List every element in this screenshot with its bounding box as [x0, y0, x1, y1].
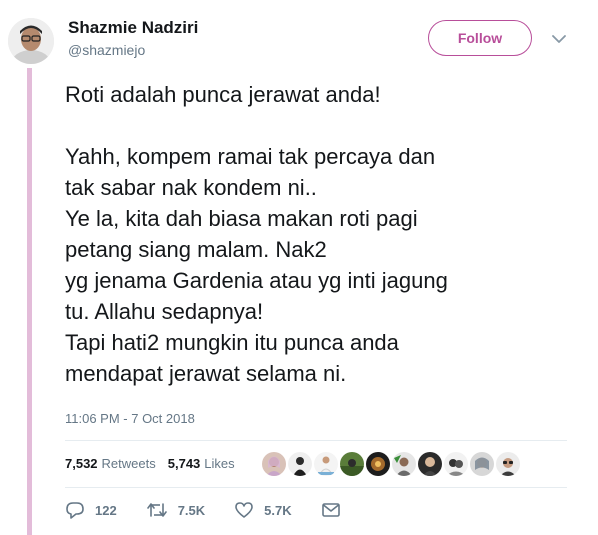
follow-button-label: Follow — [457, 30, 503, 46]
retweet-button[interactable]: 7.5K — [146, 501, 205, 519]
tweet-timestamp[interactable]: 11:06 PM - 7 Oct 2018 — [65, 411, 195, 426]
follow-button[interactable]: Follow — [428, 20, 532, 56]
tweet-line: tak sabar nak kondem ni.. — [65, 175, 317, 200]
engagement-stats: 7,532 Retweets 5,743 Likes — [65, 456, 235, 471]
reply-button[interactable]: 122 — [65, 501, 117, 519]
likes-label[interactable]: Likes — [204, 456, 234, 471]
tweet-line: tu. Allahu sedapnya! — [65, 299, 264, 324]
liker-avatar[interactable] — [288, 452, 312, 476]
envelope-icon — [321, 502, 341, 518]
liker-avatar[interactable] — [496, 452, 520, 476]
retweets-label[interactable]: Retweets — [102, 456, 156, 471]
liker-avatar[interactable] — [418, 452, 442, 476]
thread-line — [27, 68, 32, 535]
liker-avatar[interactable] — [262, 452, 286, 476]
liker-avatars — [262, 452, 520, 476]
tweet-line-break — [65, 110, 590, 141]
liker-avatar[interactable] — [444, 452, 468, 476]
liker-avatar[interactable] — [366, 452, 390, 476]
liker-avatar[interactable] — [392, 452, 416, 476]
retweet-icon — [146, 501, 168, 519]
likes-count[interactable]: 5,743 — [168, 456, 201, 471]
reply-icon — [65, 501, 85, 519]
like-count: 5.7K — [264, 502, 292, 518]
tweet-text: Roti adalah punca jerawat anda! Yahh, ko… — [65, 79, 590, 389]
chevron-down-icon[interactable] — [550, 30, 568, 48]
tweet-line: yg jenama Gardenia atau yg inti jagung — [65, 268, 448, 293]
tweet-line: mendapat jerawat selama ni. — [65, 361, 347, 386]
heart-icon — [234, 501, 254, 519]
divider — [65, 440, 567, 441]
tweet-line: Yahh, kompem ramai tak percaya dan — [65, 144, 436, 169]
liker-avatar[interactable] — [314, 452, 338, 476]
avatar[interactable] — [8, 18, 54, 64]
tweet-line: Tapi hati2 mungkin itu punca anda — [65, 330, 399, 355]
like-button[interactable]: 5.7K — [234, 501, 292, 519]
tweet-line: petang siang malam. Nak2 — [65, 237, 327, 262]
reply-count: 122 — [95, 502, 117, 518]
liker-avatar[interactable] — [470, 452, 494, 476]
retweets-count[interactable]: 7,532 — [65, 456, 98, 471]
direct-message-button[interactable] — [321, 502, 341, 518]
author-handle[interactable]: @shazmiejo — [68, 42, 145, 58]
retweet-count: 7.5K — [177, 502, 206, 518]
author-name[interactable]: Shazmie Nadziri — [68, 18, 198, 38]
liker-avatar[interactable] — [340, 452, 364, 476]
divider — [65, 487, 567, 488]
tweet-line: Roti adalah punca jerawat anda! — [65, 82, 381, 107]
tweet-line: Ye la, kita dah biasa makan roti pagi — [65, 206, 418, 231]
tweet-actions: 122 7.5K 5.7K — [65, 501, 341, 519]
